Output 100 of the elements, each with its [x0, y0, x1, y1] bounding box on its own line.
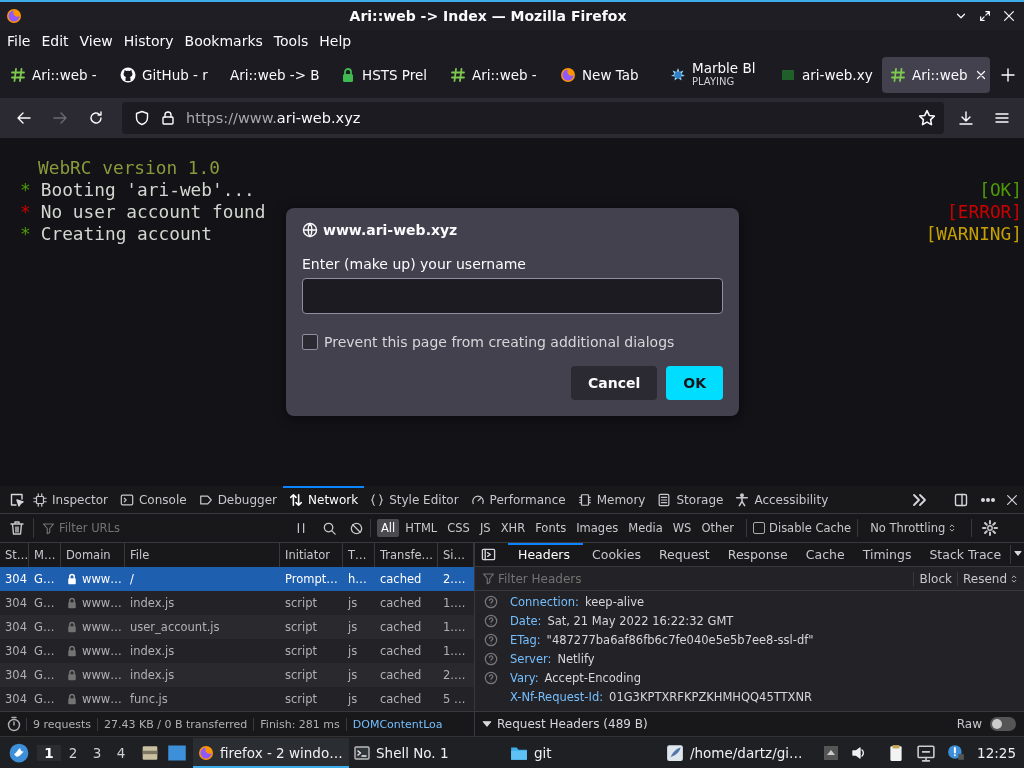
type-filter-button[interactable]: XHR [496, 519, 530, 537]
download-icon[interactable] [958, 110, 974, 126]
workspace-button[interactable]: 2 [61, 744, 85, 761]
username-field[interactable] [302, 278, 723, 314]
network-monitor-icon[interactable] [917, 743, 936, 762]
devtools-tab[interactable]: Storage [651, 485, 730, 514]
menu-item[interactable]: File [1, 33, 36, 49]
cancel-button[interactable]: Cancel [570, 366, 658, 400]
workspace-button[interactable]: 4 [109, 744, 133, 761]
clock[interactable]: 12:25 [977, 744, 1016, 761]
devtools-tab[interactable]: Network [283, 485, 365, 514]
browser-tab[interactable]: Ari::web - [442, 57, 550, 93]
browser-tab[interactable]: HSTS Prel [332, 57, 440, 93]
maximize-icon[interactable] [978, 9, 992, 23]
panel-tab[interactable]: Stack Trace [920, 542, 1011, 567]
checkbox[interactable] [753, 522, 766, 534]
help-icon[interactable] [484, 670, 498, 685]
menu-item[interactable]: Tools [267, 33, 314, 49]
type-filter-button[interactable]: All [377, 519, 400, 537]
checkbox-label: Disable Cache [769, 521, 852, 535]
type-filter-button[interactable]: Fonts [531, 519, 571, 537]
table-row[interactable]: 304 G… www… index.js script js cached 2.… [0, 663, 474, 687]
trash-icon[interactable] [9, 520, 25, 536]
panel-tab[interactable]: Response [718, 542, 797, 567]
task-button[interactable]: /home/dartz/gi… [661, 737, 817, 768]
panel-tab[interactable]: Headers [508, 542, 584, 567]
devtools-tab[interactable]: Inspector [27, 485, 114, 514]
type-filter-button[interactable]: HTML [401, 519, 442, 537]
menu-item[interactable]: Bookmarks [178, 33, 268, 49]
panel-tab[interactable]: Request [650, 542, 719, 567]
panel-tab[interactable]: Cookies [583, 542, 650, 567]
devtools-tab[interactable]: Accessibility [729, 485, 835, 514]
file-drawer-icon[interactable] [141, 743, 159, 762]
table-row[interactable]: 304 G… www… / Prompt… h… cached 2.… [0, 567, 474, 591]
workspace-button[interactable]: 1 [37, 744, 61, 761]
menu-item[interactable]: History [117, 33, 179, 49]
window-title: Ari::web -> Index — Mozilla Firefox [348, 8, 628, 24]
resend-button[interactable]: Resend [956, 571, 1024, 586]
workspace-button[interactable]: 3 [85, 744, 109, 761]
tray-expand-icon[interactable] [823, 743, 840, 762]
panel-tab[interactable]: Timings [853, 542, 921, 567]
settings-icon[interactable] [982, 520, 999, 536]
browser-tab[interactable]: Ari::web [882, 57, 990, 93]
menu-icon[interactable] [994, 110, 1010, 126]
type-filter-button[interactable]: CSS [443, 519, 474, 537]
help-icon[interactable] [484, 632, 498, 647]
task-button[interactable]: Shell No. 1 [349, 737, 505, 768]
devtools-tab[interactable]: Debugger [192, 485, 284, 514]
table-cell-text: G… [33, 595, 56, 612]
block-button[interactable]: Block [913, 571, 957, 586]
element-picker-icon[interactable] [9, 491, 25, 508]
task-button[interactable]: git [505, 737, 661, 768]
help-icon[interactable] [484, 594, 498, 609]
block-icon[interactable] [349, 520, 364, 536]
devtools-tab[interactable]: Memory [571, 485, 652, 514]
search-icon[interactable] [322, 520, 337, 536]
browser-tab[interactable]: Ari::web - [2, 57, 110, 93]
address-bar[interactable]: https://www.ari-web.xyz [122, 102, 944, 134]
help-icon[interactable] [484, 651, 498, 666]
star-icon[interactable] [918, 109, 936, 127]
close-icon[interactable] [1002, 9, 1016, 23]
help-icon[interactable] [484, 613, 498, 628]
notification-icon[interactable] [947, 743, 966, 762]
type-filter-button[interactable]: Images [572, 519, 623, 537]
panel-toggle-icon[interactable] [481, 547, 496, 562]
raw-toggle[interactable] [990, 717, 1016, 731]
dock-icon[interactable] [953, 491, 969, 508]
checkbox[interactable] [302, 334, 318, 350]
throttling-select[interactable]: No Throttling [870, 521, 958, 535]
browser-tab[interactable]: ari-web.xy [772, 57, 880, 93]
browser-tab[interactable]: Ari::web -> B [222, 57, 330, 93]
reload-icon[interactable] [88, 110, 104, 126]
new-tab-icon[interactable] [1000, 67, 1016, 83]
menu-item[interactable]: View [73, 33, 118, 49]
log-bullet: * [20, 223, 31, 245]
menu-item[interactable]: Edit [35, 33, 74, 49]
browser-tab[interactable]: GitHub - r [112, 57, 220, 93]
menu-item[interactable]: Help [313, 33, 357, 49]
browser-tab[interactable]: New Tab [552, 57, 660, 93]
browser-tab[interactable]: Marble Bl PLAYING [662, 57, 770, 93]
close-icon[interactable] [1005, 492, 1019, 507]
launcher-icon[interactable] [9, 742, 29, 763]
devtools-tab[interactable]: Style Editor [364, 485, 465, 514]
devtools-tab[interactable]: Console [114, 485, 193, 514]
filter-placeholder[interactable]: Filter URLs [59, 521, 120, 535]
back-icon[interactable] [16, 110, 32, 126]
devtools-tab[interactable]: Performance [464, 485, 572, 514]
type-filter-button[interactable]: JS [475, 519, 495, 537]
type-filter-button[interactable]: WS [668, 519, 696, 537]
overflow-chevrons-icon[interactable] [911, 491, 927, 508]
table-row[interactable]: 304 G… www… user_account.js script js cached 1.… [0, 615, 474, 639]
section-title[interactable]: Request Headers (489 B) [497, 717, 648, 731]
task-button[interactable]: firefox - 2 windo… [193, 737, 349, 768]
log-message: Creating account [40, 223, 212, 245]
type-filter-button[interactable]: Other [697, 519, 739, 537]
log-status: [OK] [979, 179, 1022, 201]
ok-button[interactable]: OK [666, 366, 723, 400]
panel-tab[interactable]: Cache [796, 542, 854, 567]
forward-icon[interactable] [52, 110, 68, 126]
type-filter-button[interactable]: Media [624, 519, 667, 537]
